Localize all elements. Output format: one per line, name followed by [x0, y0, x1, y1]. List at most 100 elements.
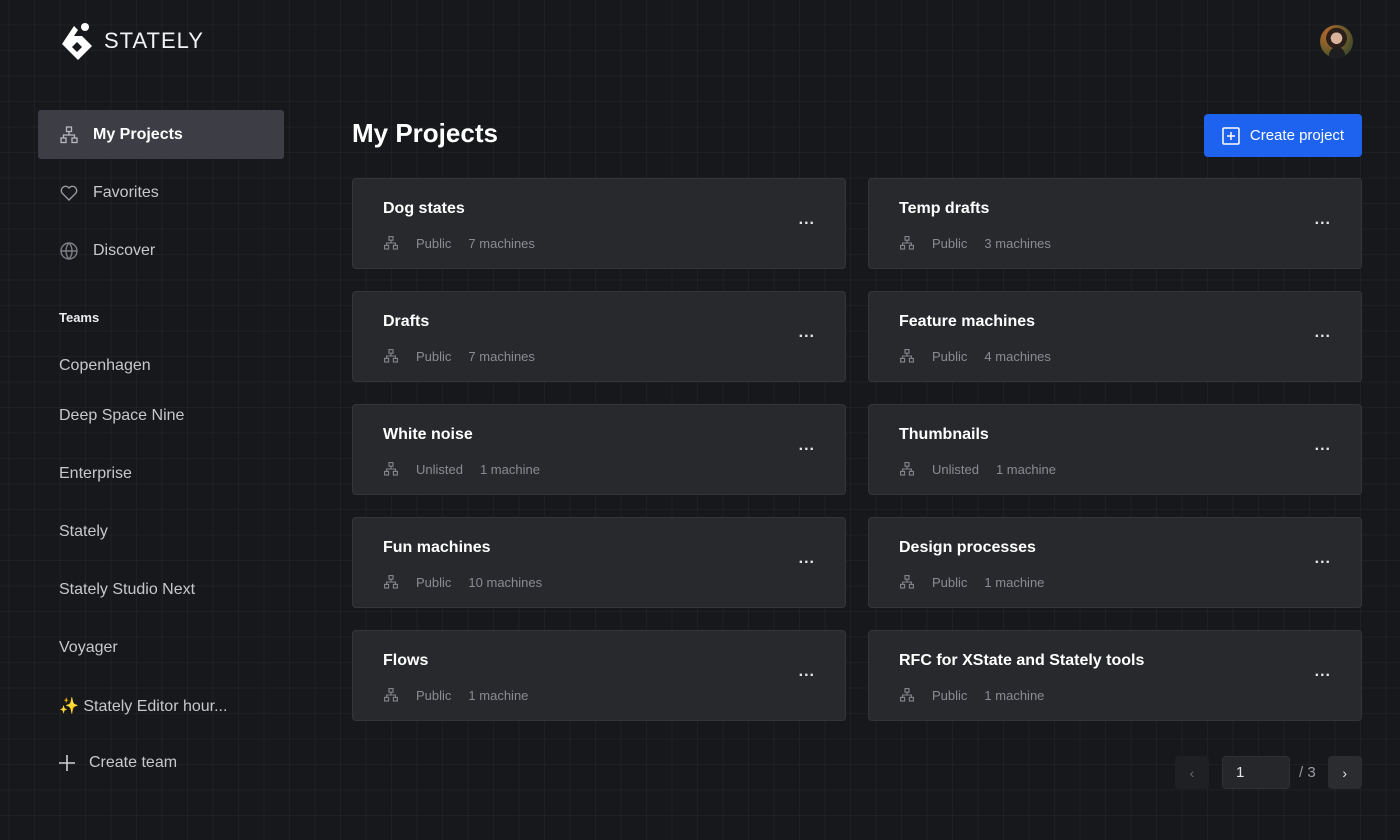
- project-menu-button[interactable]: ...: [799, 664, 815, 680]
- project-machine-count: 1 machine: [479, 461, 540, 477]
- project-visibility: Public: [932, 348, 968, 364]
- project-meta: Public 4 machines: [899, 348, 1051, 364]
- create-project-button[interactable]: Create project: [1204, 114, 1362, 157]
- project-name: Feature machines: [899, 313, 1036, 330]
- team-item-stately[interactable]: Stately: [38, 503, 284, 561]
- hierarchy-icon: [900, 236, 914, 250]
- sidebar-item-label: Discover: [93, 241, 156, 259]
- previous-page-button[interactable]: ‹: [1175, 756, 1209, 789]
- project-name: Flows: [383, 652, 429, 669]
- project-machine-count: 7 machines: [468, 235, 535, 251]
- hierarchy-icon: [384, 688, 398, 702]
- project-machine-count: 1 machine: [984, 574, 1045, 590]
- project-machine-count: 1 machine: [995, 461, 1056, 477]
- project-visibility: Public: [416, 687, 452, 703]
- project-menu-button[interactable]: ...: [799, 212, 815, 228]
- project-card[interactable]: Design processes Public 1 machine ...: [868, 517, 1362, 608]
- project-menu-button[interactable]: ...: [1315, 551, 1331, 567]
- project-name: Dog states: [383, 200, 465, 217]
- page-number-input[interactable]: [1222, 756, 1290, 789]
- project-machine-count: 1 machine: [468, 687, 529, 703]
- sidebar-item-label: My Projects: [93, 125, 183, 143]
- plus-square-icon: [1222, 126, 1240, 145]
- project-meta: Public 7 machines: [383, 348, 535, 364]
- project-meta: Public 1 machine: [383, 687, 528, 703]
- project-visibility: Public: [932, 687, 968, 703]
- project-card[interactable]: RFC for XState and Stately tools Public …: [868, 630, 1362, 721]
- brand-name: STATELY: [104, 28, 204, 53]
- project-machine-count: 4 machines: [984, 348, 1051, 364]
- project-card[interactable]: White noise Unlisted 1 machine ...: [352, 404, 846, 495]
- team-item-stately-editor-hour[interactable]: ✨ Stately Editor hour...: [38, 677, 284, 735]
- sidebar-item-discover[interactable]: Discover: [38, 226, 284, 275]
- team-item-deep-space-nine[interactable]: Deep Space Nine: [38, 387, 284, 445]
- project-meta: Public 3 machines: [899, 235, 1051, 251]
- project-grid: Dog states Public 7 machines ... Temp dr…: [352, 178, 1362, 721]
- project-name: Fun machines: [383, 539, 491, 556]
- hierarchy-icon: [900, 688, 914, 702]
- heart-icon: [60, 185, 78, 201]
- project-meta: Unlisted 1 machine: [383, 461, 540, 477]
- create-project-label: Create project: [1249, 127, 1345, 144]
- team-item-voyager[interactable]: Voyager: [38, 619, 284, 677]
- project-menu-button[interactable]: ...: [1315, 438, 1331, 454]
- hierarchy-icon: [900, 462, 914, 476]
- hierarchy-icon: [60, 125, 78, 143]
- project-meta: Public 1 machine: [899, 574, 1044, 590]
- next-page-button[interactable]: ›: [1327, 756, 1362, 789]
- project-name: Temp drafts: [899, 200, 990, 217]
- project-visibility: Unlisted: [416, 461, 463, 477]
- project-card[interactable]: Temp drafts Public 3 machines ...: [868, 178, 1362, 269]
- sidebar-item-favorites[interactable]: Favorites: [38, 168, 284, 217]
- project-menu-button[interactable]: ...: [1315, 664, 1331, 680]
- project-name: Design processes: [899, 539, 1036, 556]
- plus-icon: [59, 755, 75, 771]
- project-card[interactable]: Feature machines Public 4 machines ...: [868, 291, 1362, 382]
- project-machine-count: 10 machines: [468, 574, 543, 590]
- create-team-button[interactable]: Create team: [38, 743, 284, 783]
- page-title: My Projects: [352, 118, 498, 148]
- user-avatar[interactable]: [1320, 25, 1353, 58]
- hierarchy-icon: [384, 575, 398, 589]
- project-visibility: Public: [932, 574, 968, 590]
- team-item-copenhagen[interactable]: Copenhagen: [38, 347, 284, 387]
- project-visibility: Unlisted: [932, 461, 979, 477]
- teams-heading: Teams: [59, 310, 100, 325]
- team-item-enterprise[interactable]: Enterprise: [38, 445, 284, 503]
- project-menu-button[interactable]: ...: [799, 325, 815, 341]
- project-card[interactable]: Fun machines Public 10 machines ...: [352, 517, 846, 608]
- hierarchy-icon: [384, 349, 398, 363]
- sidebar: My Projects Favorites Discover Teams Cop…: [38, 110, 284, 783]
- teams-list: Copenhagen Deep Space Nine Enterprise St…: [38, 347, 284, 735]
- project-menu-button[interactable]: ...: [1315, 212, 1331, 228]
- project-visibility: Public: [416, 348, 452, 364]
- page-total: / 3: [1299, 764, 1316, 781]
- project-card[interactable]: Thumbnails Unlisted 1 machine ...: [868, 404, 1362, 495]
- hierarchy-icon: [384, 462, 398, 476]
- project-card[interactable]: Dog states Public 7 machines ...: [352, 178, 846, 269]
- team-item-stately-studio-next[interactable]: Stately Studio Next: [38, 561, 284, 619]
- project-meta: Public 1 machine: [899, 687, 1044, 703]
- project-machine-count: 1 machine: [984, 687, 1045, 703]
- project-visibility: Public: [416, 574, 452, 590]
- project-card[interactable]: Flows Public 1 machine ...: [352, 630, 846, 721]
- project-meta: Unlisted 1 machine: [899, 461, 1056, 477]
- project-machine-count: 7 machines: [468, 348, 535, 364]
- project-menu-button[interactable]: ...: [799, 551, 815, 567]
- project-visibility: Public: [416, 235, 452, 251]
- project-menu-button[interactable]: ...: [799, 438, 815, 454]
- hierarchy-icon: [900, 575, 914, 589]
- stately-logo[interactable]: STATELY: [60, 22, 204, 60]
- project-meta: Public 7 machines: [383, 235, 535, 251]
- project-meta: Public 10 machines: [383, 574, 542, 590]
- project-name: RFC for XState and Stately tools: [899, 652, 1145, 669]
- project-menu-button[interactable]: ...: [1315, 325, 1331, 341]
- globe-icon: [60, 241, 78, 260]
- project-machine-count: 3 machines: [984, 235, 1051, 251]
- pagination: ‹ / 3 ›: [1175, 756, 1362, 789]
- create-team-label: Create team: [89, 754, 178, 771]
- sidebar-item-my-projects[interactable]: My Projects: [38, 110, 284, 159]
- project-card[interactable]: Drafts Public 7 machines ...: [352, 291, 846, 382]
- project-name: Thumbnails: [899, 426, 989, 443]
- project-name: White noise: [383, 426, 473, 443]
